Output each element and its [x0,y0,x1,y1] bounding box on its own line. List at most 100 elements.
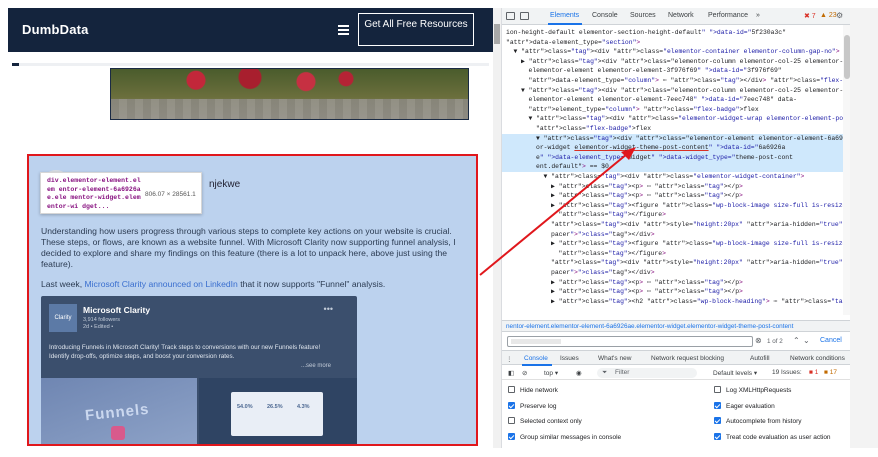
dom-node-line[interactable]: "attr">class="tag"></figure> [559,210,666,220]
checkbox[interactable] [714,432,721,440]
dom-node-line[interactable]: "attr">element_type="column"> "attr">cla… [529,105,759,115]
hamburger-menu-icon[interactable] [338,25,349,35]
setting-selected-context-only[interactable]: Selected context only [508,417,582,425]
clear-console-icon[interactable]: ⊘ [522,369,527,377]
dom-node-line[interactable]: "attr">data-element_type="section"> [506,38,640,48]
tab-elements[interactable]: Elements [550,12,579,19]
devtools-tabbar: Elements Console Sources Network Perform… [502,8,850,25]
device-toolbar-icon[interactable] [520,12,529,20]
dom-node-line[interactable]: "attr">class="tag"></figure> [559,249,666,259]
dom-node-line[interactable]: ▼ "attr">class="tag"><div "attr">class="… [514,47,851,57]
dom-node-line[interactable]: ▶ "attr">class="tag"><p> ⋯ "attr">class=… [551,278,743,288]
checkbox-label: Hide network [520,387,558,394]
checkbox[interactable] [714,401,721,409]
next-match-icon[interactable]: ⌄ [803,336,810,345]
see-more-link[interactable]: ...see more [301,363,331,369]
more-options-icon[interactable]: ••• [324,304,333,314]
site-logo[interactable]: DumbData [22,22,89,37]
embed-header: Clarity Microsoft Clarity 3,914 follower… [49,304,349,334]
reading-progress-bar [12,63,489,66]
dom-node-line[interactable]: "attr">class="tag"><div "attr">style="he… [551,220,850,230]
checkbox[interactable] [508,432,515,440]
dom-search-input[interactable] [507,336,753,347]
tab-performance[interactable]: Performance [708,12,748,19]
tab-sources[interactable]: Sources [630,12,656,19]
drawer-tab-issues[interactable]: Issues [560,355,579,362]
dom-node-line[interactable]: ▶ "attr">class="tag"><p> ⋯ "attr">class=… [551,191,743,201]
dom-node-line[interactable]: ▶ "attr">class="tag"><figure "attr">clas… [551,239,850,249]
dom-node-line[interactable]: pacer">">class="tag"></div> [551,268,655,278]
dom-node-line[interactable]: ▼ "attr">class="tag"><div "attr">class="… [544,172,805,182]
checkbox[interactable] [508,401,515,409]
setting-preserve-log[interactable]: Preserve log [508,401,557,410]
dom-node-line[interactable]: ▼ "attr">class="tag"><div "attr">class="… [536,134,850,144]
dom-node-line[interactable]: ▶ "attr">class="tag"><div "attr">class="… [521,57,850,67]
tab-network[interactable]: Network [668,12,694,19]
dom-node-line[interactable]: ▶ "attr">class="tag"><figure "attr">clas… [551,201,850,211]
dom-node-line[interactable]: ▼ "attr">class="tag"><div "attr">class="… [529,114,851,124]
error-count-badge[interactable]: ✖ 7 [804,12,816,20]
dom-breadcrumb[interactable]: nentor-element.elementor-element-6a6926a… [502,320,850,332]
checkbox[interactable] [508,386,515,393]
embed-company-name[interactable]: Microsoft Clarity [83,305,150,315]
dom-node-line[interactable]: elementor-element elementor-element-7eec… [529,95,797,105]
page-scrollbar[interactable] [493,8,501,448]
setting-group-similar-messages-in-console[interactable]: Group similar messages in console [508,432,621,441]
setting-treat-code-evaluation-as-user-action[interactable]: Treat code evaluation as user action [714,432,831,441]
previous-match-icon[interactable]: ⌃ [793,336,800,345]
context-selector[interactable]: top ▾ [544,369,558,377]
drawer-menu-icon[interactable]: ⋮ [506,355,513,363]
drawer-tab-network-request-blocking[interactable]: Network request blocking [651,355,724,362]
checkbox-label: Selected context only [520,418,582,425]
checkbox[interactable] [714,386,721,393]
setting-autocomplete-from-history[interactable]: Autocomplete from history [714,417,802,425]
devtools-panel: Elements Console Sources Network Perform… [501,8,850,448]
more-tabs-icon[interactable]: » [756,12,760,19]
dom-node-line[interactable]: ▶ "attr">class="tag"><h2 "attr">class="w… [551,297,850,307]
setting-log-xmlhttprequests[interactable]: Log XMLHttpRequests [714,386,791,394]
dom-node-line[interactable]: ion-height-default elementor-section-hei… [506,28,786,38]
warning-count-badge[interactable]: ▲ 23 [820,12,837,19]
tab-console[interactable]: Console [592,12,618,19]
tooltip-dimensions: 806.07 × 28561.1 [145,191,196,198]
dom-node-line[interactable]: ▼ "attr">class="tag"><div "attr">class="… [521,86,850,96]
drawer-tab-console[interactable]: Console [524,355,548,362]
dom-node-line[interactable]: pacer">">class="tag"></div> [551,230,655,240]
dom-node-line[interactable]: ▶ "attr">class="tag"><p> ⋯ "attr">class=… [551,287,743,297]
dom-node-line[interactable]: e" ">data-element_type="widget" ">data-w… [536,153,793,163]
embed-media: Funnels 54.0% 26.5% 4.3% [41,378,357,444]
checkbox[interactable] [508,417,515,424]
setting-eager-evaluation[interactable]: Eager evaluation [714,401,775,410]
dom-node-line[interactable]: or-widget elementor-widget-theme-post-co… [536,143,785,153]
elements-dom-tree[interactable]: ion-height-default elementor-section-hei… [502,25,850,315]
get-free-resources-button[interactable]: Get All Free Resources [358,13,474,46]
search-cancel-button[interactable]: Cancel [820,337,842,344]
linkedin-embed[interactable]: Clarity Microsoft Clarity 3,914 follower… [41,296,357,444]
element-inspect-tooltip: div.elementor-element.elem entor-element… [40,172,202,214]
dom-node-line[interactable]: ▶ "attr">class="tag"><p> ⋯ "attr">class=… [551,182,743,192]
elements-scrollbar[interactable] [843,25,850,315]
clear-search-icon[interactable]: ⊗ [755,336,762,345]
log-levels-dropdown[interactable]: Default levels ▾ [713,369,757,377]
drawer-tab-network-conditions[interactable]: Network conditions [790,355,845,362]
settings-gear-icon[interactable]: ⚙ [836,11,843,20]
dom-node-line[interactable]: elementor-element elementor-element-3f97… [529,66,782,76]
drawer-tab-autofill[interactable]: Autofill [750,355,770,362]
dom-node-line[interactable]: "attr">data-element_type="column"> ⋯ "at… [529,76,851,86]
issues-count[interactable]: 19 Issues: [772,369,802,376]
sidebar-toggle-icon[interactable]: ◧ [508,369,514,377]
console-filter-input[interactable] [597,368,697,378]
inspect-element-icon[interactable] [506,12,515,20]
clarity-linkedin-link[interactable]: Microsoft Clarity announced on LinkedIn [84,279,237,289]
checkbox[interactable] [714,417,721,424]
page-scrollbar-thumb[interactable] [494,24,500,44]
live-expression-eye-icon[interactable]: ◉ [576,369,582,377]
dom-node-line[interactable]: ent.default"> == $0 [536,162,609,172]
console-settings: Hide network Preserve log Selected context… [502,382,850,448]
dom-node-line[interactable]: "attr">class="flex-badge">flex [536,124,651,134]
setting-hide-network[interactable]: Hide network [508,386,558,394]
drawer-tab-whats-new[interactable]: What's new [598,355,631,362]
dom-node-line[interactable]: "attr">class="tag"><div "attr">style="he… [551,258,850,268]
post-paragraph-1: Understanding how users progress through… [41,226,456,269]
funnels-promo-image: Funnels [41,378,197,444]
